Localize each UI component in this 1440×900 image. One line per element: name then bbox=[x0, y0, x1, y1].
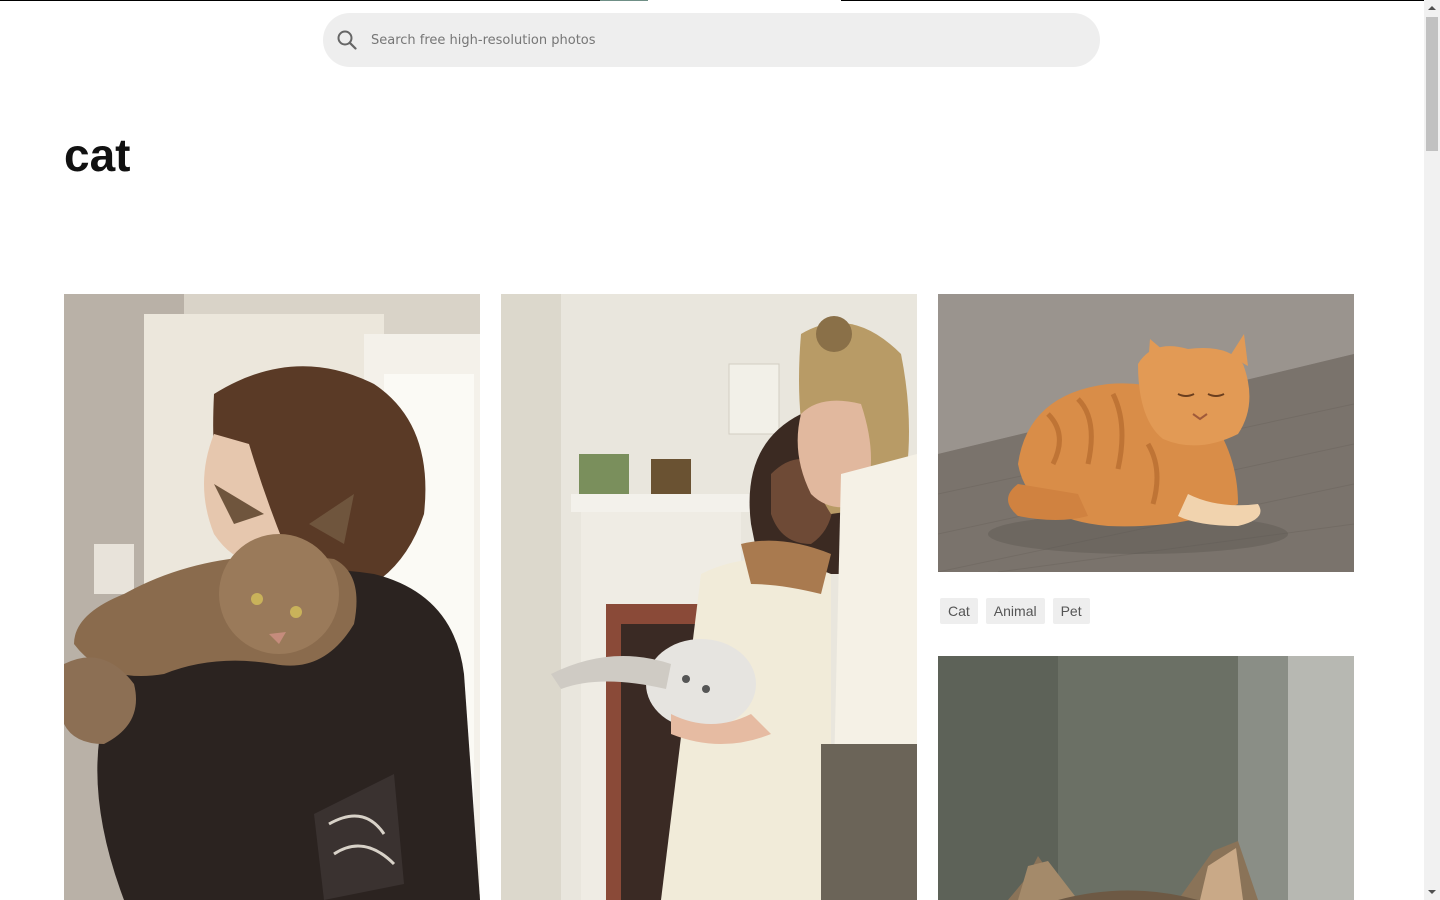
search-bar[interactable] bbox=[323, 13, 1100, 67]
tag-list: Cat Animal Pet bbox=[940, 598, 1090, 624]
vertical-scrollbar[interactable] bbox=[1424, 0, 1440, 900]
search-icon[interactable] bbox=[337, 30, 357, 50]
top-border-gap bbox=[648, 0, 841, 1]
photo-cat-ears[interactable] bbox=[938, 656, 1354, 900]
tag-animal[interactable]: Animal bbox=[985, 598, 1045, 624]
scrollbar-thumb[interactable] bbox=[1426, 17, 1438, 151]
top-border-accent bbox=[600, 0, 648, 1]
photo-orange-cat[interactable] bbox=[938, 294, 1354, 572]
top-border bbox=[0, 0, 1424, 1]
tag-pet[interactable]: Pet bbox=[1052, 598, 1090, 624]
photo-image bbox=[64, 294, 480, 900]
photo-couple-with-cat[interactable] bbox=[501, 294, 917, 900]
scroll-up-arrow-icon[interactable] bbox=[1424, 0, 1440, 16]
page-title: cat bbox=[64, 129, 131, 181]
photo-image bbox=[938, 294, 1354, 572]
photo-man-with-cat[interactable] bbox=[64, 294, 480, 900]
photo-image bbox=[501, 294, 917, 900]
tag-cat[interactable]: Cat bbox=[940, 598, 978, 624]
photo-image bbox=[938, 656, 1354, 900]
scroll-down-arrow-icon[interactable] bbox=[1424, 884, 1440, 900]
search-input[interactable] bbox=[371, 13, 1071, 67]
